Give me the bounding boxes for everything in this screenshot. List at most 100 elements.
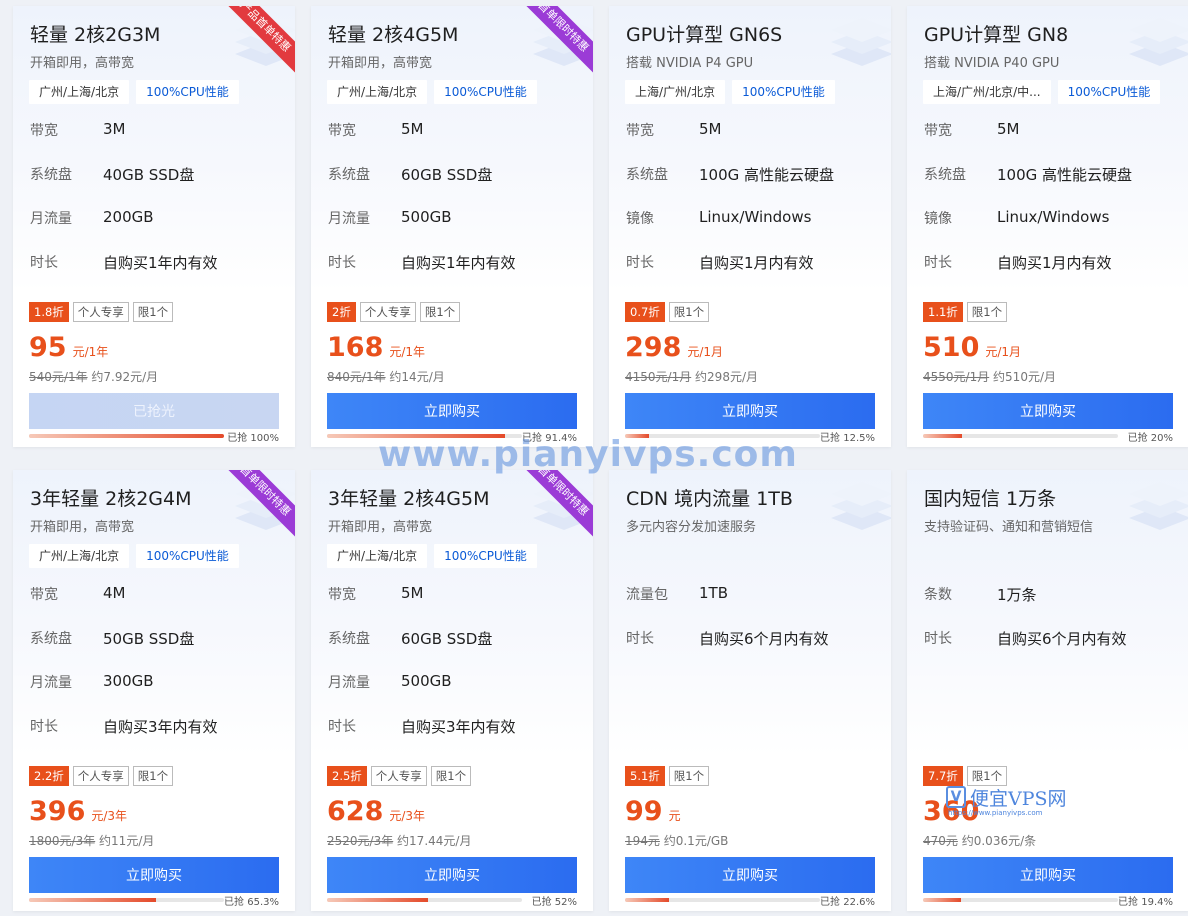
buy-now-button[interactable]: 立即购买 — [625, 857, 875, 893]
spec-value: 3M — [103, 120, 126, 138]
spec-value: 1TB — [699, 584, 728, 602]
spec-row: 月流量 300GB — [30, 672, 154, 692]
spec-row: 流量包 1TB — [626, 584, 728, 604]
price-unit: 元/3年 — [91, 809, 128, 823]
stack-decor-icon — [1129, 482, 1188, 530]
sold-percentage: 已抢 20% — [1127, 432, 1173, 444]
spec-row: 时长 自购买6个月内有效 — [626, 628, 829, 649]
product-card: GPU计算型 GN6S 搭载 NVIDIA P4 GPU 上海/广州/北京 100%C… — [609, 6, 891, 447]
product-card: GPU计算型 GN8 搭载 NVIDIA P40 GPU 上海/广州/北京/中...… — [907, 6, 1188, 447]
spec-label: 时长 — [30, 255, 58, 271]
card-badges: 2折 个人专享 限1个 — [327, 302, 461, 322]
discount-badge: 1.8折 — [29, 302, 69, 322]
spec-label: 月流量 — [328, 675, 370, 691]
spec-label: 镜像 — [626, 211, 654, 227]
card-badges: 1.1折 限1个 — [923, 302, 1008, 322]
buy-now-button[interactable]: 立即购买 — [625, 393, 875, 429]
spec-row: 系统盘 60GB SSD盘 — [328, 628, 492, 649]
card-tags: 上海/广州/北京 100%CPU性能 — [625, 80, 835, 104]
cpu-tag: 100%CPU性能 — [136, 544, 239, 568]
buy-now-button[interactable]: 已抢光 — [29, 393, 279, 429]
strikethrough-price: 840元/1年 — [327, 370, 386, 384]
spec-label: 流量包 — [626, 587, 668, 603]
buy-now-button[interactable]: 立即购买 — [923, 857, 1173, 893]
spec-label: 月流量 — [328, 211, 370, 227]
spec-row: 时长 自购买3年内有效 — [328, 716, 516, 737]
spec-label: 带宽 — [924, 123, 952, 139]
price-value: 396 — [29, 796, 86, 827]
product-card: 首单限时特惠 轻量 2核4G5M 开箱即用，高带宽 广州/上海/北京 100%CPU性能… — [311, 6, 593, 447]
spec-label: 系统盘 — [328, 631, 370, 647]
buy-now-button[interactable]: 立即购买 — [29, 857, 279, 893]
spec-row: 系统盘 50GB SSD盘 — [30, 628, 194, 649]
progress-bar — [29, 434, 224, 438]
buy-now-button[interactable]: 立即购买 — [327, 393, 577, 429]
spec-value: 500GB — [401, 208, 452, 226]
spec-row: 系统盘 100G 高性能云硬盘 — [924, 164, 1132, 185]
progress-fill — [923, 898, 961, 902]
buy-now-button[interactable]: 立即购买 — [923, 393, 1173, 429]
limit-badge: 限1个 — [419, 302, 461, 322]
card-subtitle: 搭载 NVIDIA P40 GPU — [924, 56, 1060, 71]
stack-decor-icon — [1129, 18, 1188, 66]
region-tag: 广州/上海/北京 — [29, 544, 130, 568]
spec-value: 自购买3年内有效 — [103, 718, 218, 736]
card-badges: 0.7折 限1个 — [625, 302, 710, 322]
spec-label: 时长 — [328, 719, 356, 735]
sold-percentage: 已抢 65.3% — [224, 896, 279, 908]
spec-row: 系统盘 40GB SSD盘 — [30, 164, 194, 185]
card-tags: 广州/上海/北京 100%CPU性能 — [327, 80, 537, 104]
average-price: 约11元/月 — [99, 834, 155, 848]
price-unit: 元/1年 — [72, 345, 109, 359]
region-tag: 广州/上海/北京 — [327, 544, 428, 568]
spec-value: 60GB SSD盘 — [401, 630, 493, 648]
discount-badge: 7.7折 — [923, 766, 963, 786]
limit-badge: 个人专享 — [359, 302, 416, 322]
spec-value: 4M — [103, 584, 126, 602]
spec-label: 带宽 — [328, 587, 356, 603]
region-tag: 上海/广州/北京 — [625, 80, 726, 104]
card-title: 轻量 2核2G3M — [30, 24, 161, 46]
limit-badge: 限1个 — [668, 766, 710, 786]
card-title: CDN 境内流量 1TB — [626, 488, 793, 510]
card-tags: 广州/上海/北京 100%CPU性能 — [327, 544, 537, 568]
spec-value: 100G 高性能云硬盘 — [699, 166, 835, 184]
cpu-tag: 100%CPU性能 — [434, 544, 537, 568]
sold-progress: 已抢 22.6% — [625, 894, 875, 908]
original-price: 840元/1年 约14元/月 — [327, 368, 445, 385]
spec-row: 时长 自购买1月内有效 — [924, 252, 1112, 273]
card-badges: 5.1折 限1个 — [625, 766, 710, 786]
spec-row: 月流量 500GB — [328, 672, 452, 692]
spec-row: 时长 自购买1年内有效 — [328, 252, 516, 273]
spec-label: 系统盘 — [30, 631, 72, 647]
stack-decor-icon — [831, 482, 891, 530]
spec-value: 200GB — [103, 208, 154, 226]
spec-value: 5M — [699, 120, 722, 138]
spec-value: 1万条 — [997, 586, 1037, 604]
strikethrough-price: 4150元/1月 — [625, 370, 692, 384]
strikethrough-price: 194元 — [625, 834, 660, 848]
spec-value: 40GB SSD盘 — [103, 166, 195, 184]
spec-row: 带宽 5M — [328, 120, 424, 140]
logo-name: 便宜VPS网 — [970, 788, 1067, 810]
spec-label: 时长 — [328, 255, 356, 271]
price-unit: 元/1月 — [985, 345, 1022, 359]
price-unit: 元/3年 — [389, 809, 426, 823]
buy-now-button[interactable]: 立即购买 — [327, 857, 577, 893]
sold-percentage: 已抢 22.6% — [820, 896, 875, 908]
spec-label: 时长 — [924, 255, 952, 271]
sold-percentage: 已抢 12.5% — [820, 432, 875, 444]
limit-badge: 限1个 — [132, 766, 174, 786]
card-title: 3年轻量 2核2G4M — [30, 488, 192, 510]
spec-label: 系统盘 — [924, 167, 966, 183]
spec-value: 5M — [997, 120, 1020, 138]
spec-label: 系统盘 — [328, 167, 370, 183]
price-unit: 元/1年 — [389, 345, 426, 359]
original-price: 470元 约0.036元/条 — [923, 832, 1036, 849]
card-subtitle: 支持验证码、通知和营销短信 — [924, 520, 1094, 535]
sold-percentage: 已抢 100% — [227, 432, 279, 444]
spec-value: 100G 高性能云硬盘 — [997, 166, 1133, 184]
spec-value: 自购买6个月内有效 — [997, 630, 1127, 648]
stack-decor-icon — [831, 18, 891, 66]
card-tags: 广州/上海/北京 100%CPU性能 — [29, 80, 239, 104]
